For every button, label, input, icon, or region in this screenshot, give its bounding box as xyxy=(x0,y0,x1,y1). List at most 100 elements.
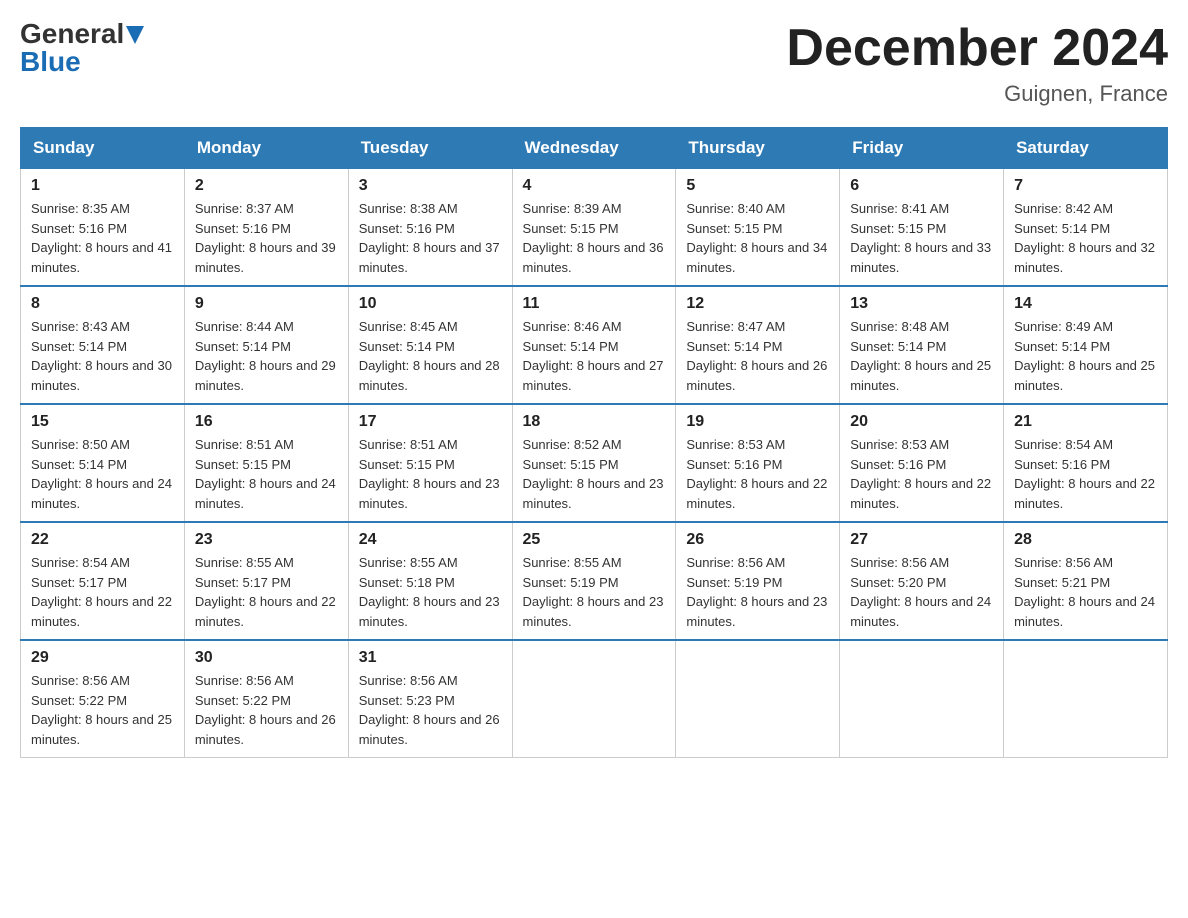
day-number: 19 xyxy=(686,413,829,431)
day-info: Sunrise: 8:53 AM Sunset: 5:16 PM Dayligh… xyxy=(850,435,993,513)
day-info: Sunrise: 8:54 AM Sunset: 5:17 PM Dayligh… xyxy=(31,553,174,631)
table-row: 12 Sunrise: 8:47 AM Sunset: 5:14 PM Dayl… xyxy=(676,286,840,404)
header-monday: Monday xyxy=(184,128,348,169)
day-number: 23 xyxy=(195,531,338,549)
day-number: 1 xyxy=(31,177,174,195)
table-row: 17 Sunrise: 8:51 AM Sunset: 5:15 PM Dayl… xyxy=(348,404,512,522)
day-number: 12 xyxy=(686,295,829,313)
day-info: Sunrise: 8:49 AM Sunset: 5:14 PM Dayligh… xyxy=(1014,317,1157,395)
table-row: 30 Sunrise: 8:56 AM Sunset: 5:22 PM Dayl… xyxy=(184,640,348,758)
header-friday: Friday xyxy=(840,128,1004,169)
table-row: 27 Sunrise: 8:56 AM Sunset: 5:20 PM Dayl… xyxy=(840,522,1004,640)
day-info: Sunrise: 8:54 AM Sunset: 5:16 PM Dayligh… xyxy=(1014,435,1157,513)
table-row: 24 Sunrise: 8:55 AM Sunset: 5:18 PM Dayl… xyxy=(348,522,512,640)
table-row: 3 Sunrise: 8:38 AM Sunset: 5:16 PM Dayli… xyxy=(348,169,512,287)
day-number: 15 xyxy=(31,413,174,431)
location: Guignen, France xyxy=(786,81,1168,107)
day-info: Sunrise: 8:56 AM Sunset: 5:23 PM Dayligh… xyxy=(359,671,502,749)
day-info: Sunrise: 8:38 AM Sunset: 5:16 PM Dayligh… xyxy=(359,199,502,277)
day-info: Sunrise: 8:56 AM Sunset: 5:21 PM Dayligh… xyxy=(1014,553,1157,631)
day-info: Sunrise: 8:44 AM Sunset: 5:14 PM Dayligh… xyxy=(195,317,338,395)
table-row: 8 Sunrise: 8:43 AM Sunset: 5:14 PM Dayli… xyxy=(21,286,185,404)
day-number: 16 xyxy=(195,413,338,431)
day-number: 5 xyxy=(686,177,829,195)
header-wednesday: Wednesday xyxy=(512,128,676,169)
day-info: Sunrise: 8:42 AM Sunset: 5:14 PM Dayligh… xyxy=(1014,199,1157,277)
header-tuesday: Tuesday xyxy=(348,128,512,169)
day-number: 17 xyxy=(359,413,502,431)
table-row: 20 Sunrise: 8:53 AM Sunset: 5:16 PM Dayl… xyxy=(840,404,1004,522)
title-section: December 2024 Guignen, France xyxy=(786,20,1168,107)
header-thursday: Thursday xyxy=(676,128,840,169)
table-row: 2 Sunrise: 8:37 AM Sunset: 5:16 PM Dayli… xyxy=(184,169,348,287)
table-row: 1 Sunrise: 8:35 AM Sunset: 5:16 PM Dayli… xyxy=(21,169,185,287)
table-row: 14 Sunrise: 8:49 AM Sunset: 5:14 PM Dayl… xyxy=(1004,286,1168,404)
day-info: Sunrise: 8:56 AM Sunset: 5:20 PM Dayligh… xyxy=(850,553,993,631)
logo-triangle-icon xyxy=(126,26,144,44)
day-info: Sunrise: 8:52 AM Sunset: 5:15 PM Dayligh… xyxy=(523,435,666,513)
day-info: Sunrise: 8:45 AM Sunset: 5:14 PM Dayligh… xyxy=(359,317,502,395)
day-number: 22 xyxy=(31,531,174,549)
day-info: Sunrise: 8:53 AM Sunset: 5:16 PM Dayligh… xyxy=(686,435,829,513)
day-info: Sunrise: 8:39 AM Sunset: 5:15 PM Dayligh… xyxy=(523,199,666,277)
page-header: General Blue December 2024 Guignen, Fran… xyxy=(20,20,1168,107)
day-info: Sunrise: 8:35 AM Sunset: 5:16 PM Dayligh… xyxy=(31,199,174,277)
table-row: 25 Sunrise: 8:55 AM Sunset: 5:19 PM Dayl… xyxy=(512,522,676,640)
calendar-week-row: 8 Sunrise: 8:43 AM Sunset: 5:14 PM Dayli… xyxy=(21,286,1168,404)
day-number: 2 xyxy=(195,177,338,195)
day-number: 7 xyxy=(1014,177,1157,195)
table-row: 22 Sunrise: 8:54 AM Sunset: 5:17 PM Dayl… xyxy=(21,522,185,640)
day-number: 24 xyxy=(359,531,502,549)
day-number: 10 xyxy=(359,295,502,313)
day-number: 18 xyxy=(523,413,666,431)
day-info: Sunrise: 8:56 AM Sunset: 5:22 PM Dayligh… xyxy=(195,671,338,749)
day-info: Sunrise: 8:55 AM Sunset: 5:19 PM Dayligh… xyxy=(523,553,666,631)
table-row: 11 Sunrise: 8:46 AM Sunset: 5:14 PM Dayl… xyxy=(512,286,676,404)
day-number: 4 xyxy=(523,177,666,195)
day-info: Sunrise: 8:37 AM Sunset: 5:16 PM Dayligh… xyxy=(195,199,338,277)
day-info: Sunrise: 8:55 AM Sunset: 5:17 PM Dayligh… xyxy=(195,553,338,631)
table-row: 5 Sunrise: 8:40 AM Sunset: 5:15 PM Dayli… xyxy=(676,169,840,287)
day-number: 26 xyxy=(686,531,829,549)
day-number: 9 xyxy=(195,295,338,313)
table-row xyxy=(840,640,1004,758)
month-title: December 2024 xyxy=(786,20,1168,77)
day-info: Sunrise: 8:56 AM Sunset: 5:22 PM Dayligh… xyxy=(31,671,174,749)
day-number: 28 xyxy=(1014,531,1157,549)
table-row: 19 Sunrise: 8:53 AM Sunset: 5:16 PM Dayl… xyxy=(676,404,840,522)
table-row: 15 Sunrise: 8:50 AM Sunset: 5:14 PM Dayl… xyxy=(21,404,185,522)
day-number: 25 xyxy=(523,531,666,549)
logo-general: General xyxy=(20,20,124,48)
day-info: Sunrise: 8:48 AM Sunset: 5:14 PM Dayligh… xyxy=(850,317,993,395)
calendar-week-row: 15 Sunrise: 8:50 AM Sunset: 5:14 PM Dayl… xyxy=(21,404,1168,522)
table-row: 28 Sunrise: 8:56 AM Sunset: 5:21 PM Dayl… xyxy=(1004,522,1168,640)
logo-blue: Blue xyxy=(20,48,81,76)
day-info: Sunrise: 8:47 AM Sunset: 5:14 PM Dayligh… xyxy=(686,317,829,395)
day-info: Sunrise: 8:46 AM Sunset: 5:14 PM Dayligh… xyxy=(523,317,666,395)
day-info: Sunrise: 8:43 AM Sunset: 5:14 PM Dayligh… xyxy=(31,317,174,395)
calendar-week-row: 29 Sunrise: 8:56 AM Sunset: 5:22 PM Dayl… xyxy=(21,640,1168,758)
calendar-header-row: Sunday Monday Tuesday Wednesday Thursday… xyxy=(21,128,1168,169)
day-info: Sunrise: 8:51 AM Sunset: 5:15 PM Dayligh… xyxy=(359,435,502,513)
table-row: 31 Sunrise: 8:56 AM Sunset: 5:23 PM Dayl… xyxy=(348,640,512,758)
day-number: 11 xyxy=(523,295,666,313)
day-number: 6 xyxy=(850,177,993,195)
table-row: 23 Sunrise: 8:55 AM Sunset: 5:17 PM Dayl… xyxy=(184,522,348,640)
day-number: 20 xyxy=(850,413,993,431)
day-info: Sunrise: 8:50 AM Sunset: 5:14 PM Dayligh… xyxy=(31,435,174,513)
table-row: 4 Sunrise: 8:39 AM Sunset: 5:15 PM Dayli… xyxy=(512,169,676,287)
table-row: 16 Sunrise: 8:51 AM Sunset: 5:15 PM Dayl… xyxy=(184,404,348,522)
table-row: 18 Sunrise: 8:52 AM Sunset: 5:15 PM Dayl… xyxy=(512,404,676,522)
table-row: 29 Sunrise: 8:56 AM Sunset: 5:22 PM Dayl… xyxy=(21,640,185,758)
day-number: 27 xyxy=(850,531,993,549)
calendar-week-row: 22 Sunrise: 8:54 AM Sunset: 5:17 PM Dayl… xyxy=(21,522,1168,640)
table-row: 7 Sunrise: 8:42 AM Sunset: 5:14 PM Dayli… xyxy=(1004,169,1168,287)
day-number: 13 xyxy=(850,295,993,313)
table-row xyxy=(676,640,840,758)
header-saturday: Saturday xyxy=(1004,128,1168,169)
calendar-table: Sunday Monday Tuesday Wednesday Thursday… xyxy=(20,127,1168,758)
day-number: 21 xyxy=(1014,413,1157,431)
day-number: 29 xyxy=(31,649,174,667)
day-info: Sunrise: 8:41 AM Sunset: 5:15 PM Dayligh… xyxy=(850,199,993,277)
table-row: 10 Sunrise: 8:45 AM Sunset: 5:14 PM Dayl… xyxy=(348,286,512,404)
